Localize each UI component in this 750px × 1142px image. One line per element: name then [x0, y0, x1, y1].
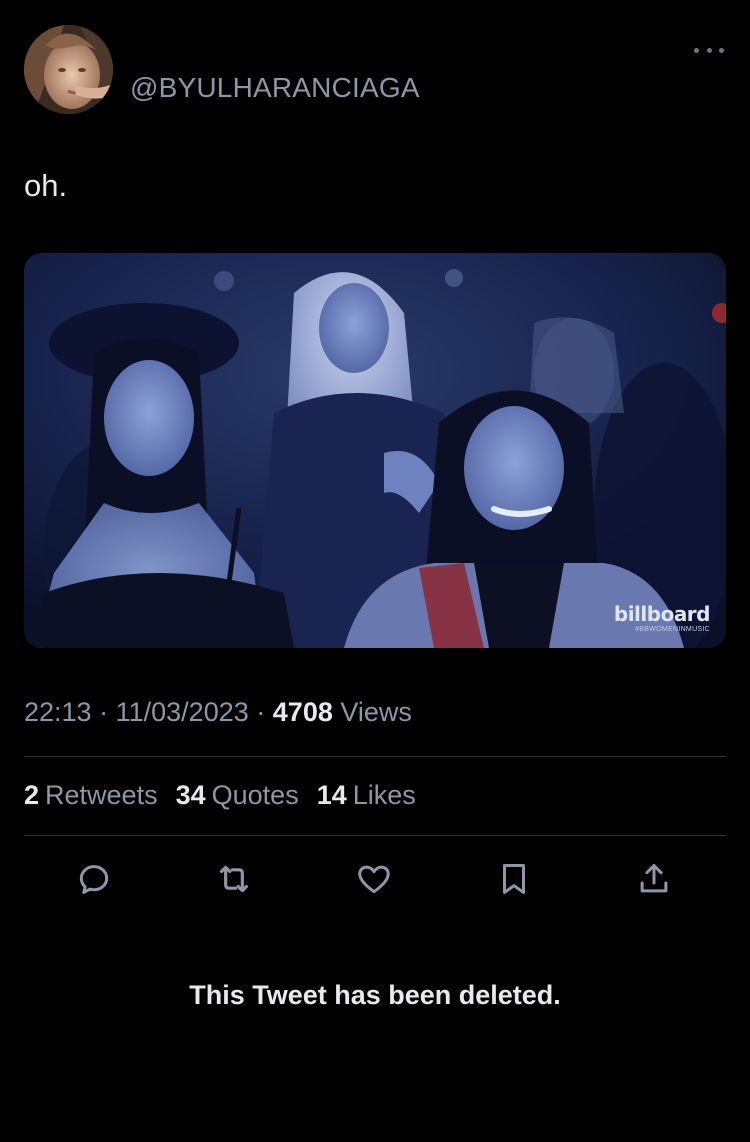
likes-stat[interactable]: 14 Likes: [317, 780, 416, 811]
tweet-time[interactable]: 22:13: [24, 697, 92, 727]
views-count: 4708: [272, 697, 333, 727]
dot: [706, 47, 712, 53]
separator: ·: [99, 697, 109, 727]
quotes-stat[interactable]: 34 Quotes: [176, 780, 299, 811]
engagement-stats: 2 Retweets 34 Quotes 14 Likes: [24, 780, 416, 811]
tweet-date[interactable]: 11/03/2023: [116, 697, 249, 727]
retweets-label: Retweets: [45, 780, 158, 810]
reply-icon[interactable]: [74, 859, 114, 899]
retweets-stat[interactable]: 2 Retweets: [24, 780, 158, 811]
watermark-hashtag: #BBWOMENINMUSIC: [635, 626, 710, 633]
views-label: Views: [340, 697, 412, 727]
tweet-metadata: 22:13 · 11/03/2023 · 4708 Views: [24, 697, 412, 728]
quotes-count: 34: [175, 780, 206, 810]
media-watermark: billboard #BBWOMENINMUSIC: [613, 602, 711, 634]
bookmark-icon[interactable]: [494, 859, 534, 899]
more-options-icon[interactable]: [694, 40, 724, 60]
tweet-page: @BYULHARANCIAGA oh. billboard #BBWOMENIN…: [0, 0, 750, 1142]
dot: [694, 47, 699, 53]
dot: [719, 47, 724, 53]
divider: [24, 756, 726, 757]
quotes-label: Quotes: [211, 780, 299, 810]
watermark-brand: billboard: [613, 602, 711, 626]
user-handle[interactable]: @BYULHARANCIAGA: [130, 72, 420, 104]
action-bar: [24, 855, 726, 905]
likes-count: 14: [316, 780, 347, 810]
deleted-notice: This Tweet has been deleted.: [189, 980, 561, 1010]
divider: [24, 835, 726, 836]
tweet-media-image[interactable]: billboard #BBWOMENINMUSIC: [24, 253, 726, 648]
tweet-text: oh.: [24, 168, 68, 203]
media-illustration: [24, 253, 726, 648]
like-icon[interactable]: [354, 859, 394, 899]
share-icon[interactable]: [634, 859, 674, 899]
retweet-icon[interactable]: [214, 859, 254, 899]
retweets-count: 2: [24, 780, 40, 810]
likes-label: Likes: [352, 780, 416, 810]
separator: ·: [256, 697, 266, 727]
avatar[interactable]: [24, 25, 113, 114]
